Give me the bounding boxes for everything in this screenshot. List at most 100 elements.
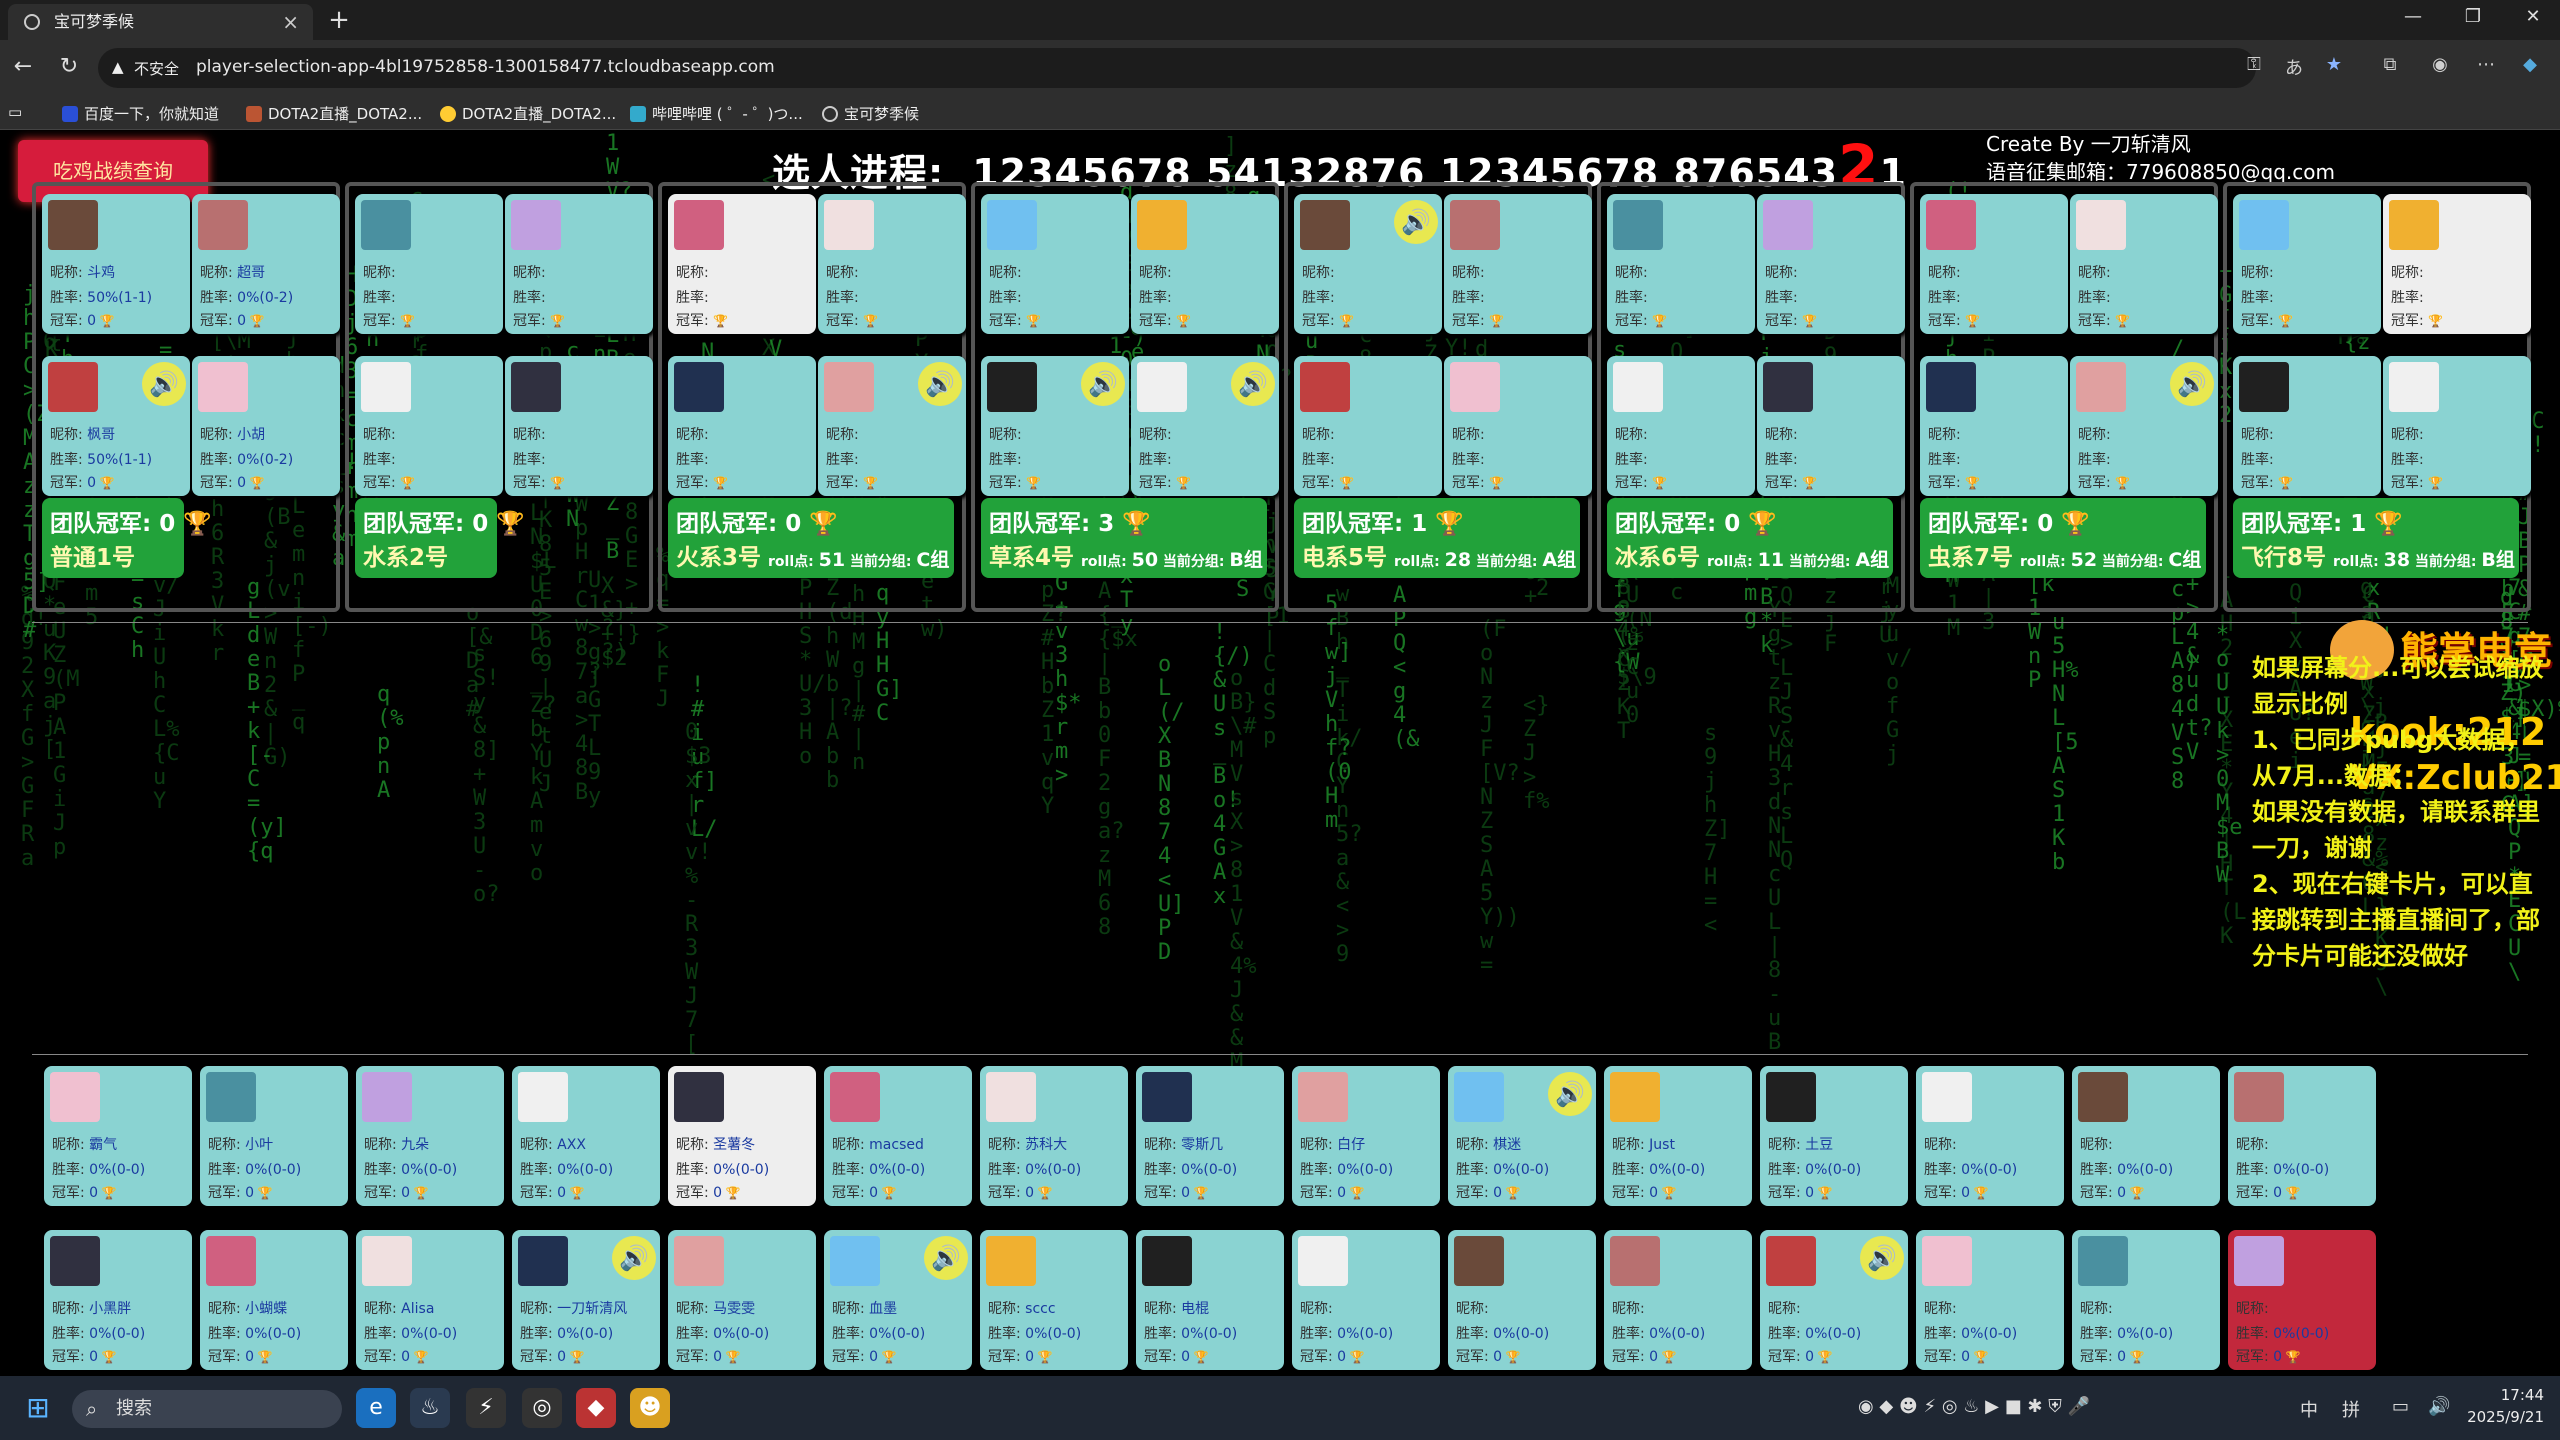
app-icon[interactable]: ⚡ bbox=[466, 1388, 506, 1428]
network-icon[interactable]: ▭ bbox=[2392, 1396, 2409, 1417]
player-card[interactable]: 昵称: 胜率: 冠军: 🏆 bbox=[2383, 194, 2531, 334]
player-card[interactable]: 昵称: 白仔 胜率: 0%(0-0) 冠军: 0 🏆 bbox=[1292, 1066, 1440, 1206]
player-card[interactable]: 昵称: 圣薯冬 胜率: 0%(0-0) 冠军: 0 🏆 bbox=[668, 1066, 816, 1206]
player-card[interactable]: 昵称: 九朵 胜率: 0%(0-0) 冠军: 0 🏆 bbox=[356, 1066, 504, 1206]
player-card[interactable]: 昵称: 胜率: 0%(0-0) 冠军: 0 🏆 bbox=[2072, 1066, 2220, 1206]
player-card[interactable]: 昵称: 胜率: 0%(0-0) 冠军: 0 🏆 bbox=[2228, 1066, 2376, 1206]
player-card[interactable]: 昵称: 胜率: 冠军: 🏆 bbox=[1444, 194, 1592, 334]
player-card[interactable]: 昵称: sccc 胜率: 0%(0-0) 冠军: 0 🏆 bbox=[980, 1230, 1128, 1370]
player-card[interactable]: 昵称: 胜率: 0%(0-0) 冠军: 0 🏆 bbox=[1448, 1230, 1596, 1370]
ime-indicator[interactable]: 中 bbox=[2300, 1396, 2318, 1422]
new-tab-button[interactable]: + bbox=[324, 4, 354, 36]
player-card[interactable]: 昵称: 小叶 胜率: 0%(0-0) 冠军: 0 🏆 bbox=[200, 1066, 348, 1206]
player-card[interactable]: 昵称: 零斯几 胜率: 0%(0-0) 冠军: 0 🏆 bbox=[1136, 1066, 1284, 1206]
player-card[interactable]: 昵称: 霸气 胜率: 0%(0-0) 冠军: 0 🏆 bbox=[44, 1066, 192, 1206]
player-card[interactable]: 🔊 昵称: 胜率: 冠军: 🏆 bbox=[1294, 194, 1442, 334]
menu-icon[interactable]: ⋯ bbox=[2472, 54, 2500, 75]
player-card[interactable]: 昵称: macsed 胜率: 0%(0-0) 冠军: 0 🏆 bbox=[824, 1066, 972, 1206]
back-icon[interactable]: ← bbox=[8, 54, 38, 79]
player-card[interactable]: 昵称: Alisa 胜率: 0%(0-0) 冠军: 0 🏆 bbox=[356, 1230, 504, 1370]
player-card[interactable]: 🔊 昵称: 胜率: 0%(0-0) 冠军: 0 🏆 bbox=[1760, 1230, 1908, 1370]
player-card[interactable]: 昵称: 马雯雯 胜率: 0%(0-0) 冠军: 0 🏆 bbox=[668, 1230, 816, 1370]
address-bar[interactable]: ▲ 不安全 player-selection-app-4bl19752858-1… bbox=[98, 48, 2256, 88]
player-card[interactable]: 昵称: 胜率: 冠军: 🏆 bbox=[1920, 194, 2068, 334]
speaker-icon[interactable]: 🔊 bbox=[1548, 1072, 1592, 1116]
player-card[interactable]: 🔊 昵称: 枫哥 胜率: 50%(1-1) 冠军: 0 🏆 bbox=[42, 356, 190, 496]
player-card[interactable]: 🔊 昵称: 棋迷 胜率: 0%(0-0) 冠军: 0 🏆 bbox=[1448, 1066, 1596, 1206]
player-card[interactable]: 🔊 昵称: 胜率: 冠军: 🏆 bbox=[818, 356, 966, 496]
player-card[interactable]: 昵称: 胜率: 冠军: 🏆 bbox=[668, 194, 816, 334]
player-card[interactable]: 昵称: 胜率: 冠军: 🏆 bbox=[505, 356, 653, 496]
bookmarks-menu-icon[interactable]: ▭ bbox=[8, 103, 22, 121]
speaker-icon[interactable]: 🔊 bbox=[924, 1236, 968, 1280]
player-card[interactable]: 昵称: 小黑胖 胜率: 0%(0-0) 冠军: 0 🏆 bbox=[44, 1230, 192, 1370]
windows-start-icon[interactable]: ⊞ bbox=[18, 1388, 58, 1428]
player-card[interactable]: 昵称: 胜率: 0%(0-0) 冠军: 0 🏆 bbox=[2228, 1230, 2376, 1370]
speaker-icon[interactable]: 🔊 bbox=[142, 362, 186, 406]
player-card[interactable]: 昵称: 小胡 胜率: 0%(0-2) 冠军: 0 🏆 bbox=[192, 356, 340, 496]
extensions-icon[interactable]: ⧉ bbox=[2376, 54, 2404, 75]
player-card[interactable]: 昵称: Just 胜率: 0%(0-0) 冠军: 0 🏆 bbox=[1604, 1066, 1752, 1206]
player-card[interactable]: 🔊 昵称: 胜率: 冠军: 🏆 bbox=[1131, 356, 1279, 496]
speaker-icon[interactable]: 🔊 bbox=[1081, 362, 1125, 406]
player-card[interactable]: 昵称: 胜率: 0%(0-0) 冠军: 0 🏆 bbox=[1604, 1230, 1752, 1370]
player-card[interactable]: 昵称: 苏科大 胜率: 0%(0-0) 冠军: 0 🏆 bbox=[980, 1066, 1128, 1206]
player-card[interactable]: 昵称: 胜率: 冠军: 🏆 bbox=[2383, 356, 2531, 496]
tray-icons[interactable]: ◉ ◆ ☻ ⚡ ◎ ♨ ▶ ■ ✱ ⛨ 🎤 bbox=[1858, 1396, 2090, 1417]
star-icon[interactable]: ★ bbox=[2320, 54, 2348, 75]
player-card[interactable]: 昵称: 胜率: 冠军: 🏆 bbox=[505, 194, 653, 334]
player-card[interactable]: 昵称: 胜率: 冠军: 🏆 bbox=[1757, 356, 1905, 496]
player-card[interactable]: 昵称: 土豆 胜率: 0%(0-0) 冠军: 0 🏆 bbox=[1760, 1066, 1908, 1206]
bookmark-item[interactable]: 哔哩哔哩 ( ゜- ゜)つ... bbox=[630, 103, 803, 124]
app-icon[interactable]: ◆ bbox=[576, 1388, 616, 1428]
taskbar-search[interactable]: ⌕ 搜索 bbox=[72, 1390, 342, 1428]
minimize-icon[interactable]: — bbox=[2398, 6, 2428, 27]
player-card[interactable]: 昵称: 胜率: 冠军: 🏆 bbox=[818, 194, 966, 334]
player-card[interactable]: 昵称: 胜率: 冠军: 🏆 bbox=[981, 194, 1129, 334]
clock[interactable]: 17:44 2025/9/21 bbox=[2464, 1384, 2544, 1428]
player-card[interactable]: 昵称: 超哥 胜率: 0%(0-2) 冠军: 0 🏆 bbox=[192, 194, 340, 334]
player-card[interactable]: 🔊 昵称: 血墨 胜率: 0%(0-0) 冠军: 0 🏆 bbox=[824, 1230, 972, 1370]
player-card[interactable]: 昵称: 胜率: 冠军: 🏆 bbox=[355, 356, 503, 496]
steam-icon[interactable]: ♨ bbox=[410, 1388, 450, 1428]
speaker-icon[interactable]: 🔊 bbox=[2170, 362, 2214, 406]
player-card[interactable]: 昵称: 胜率: 冠军: 🏆 bbox=[1920, 356, 2068, 496]
player-card[interactable]: 昵称: 胜率: 冠军: 🏆 bbox=[1131, 194, 1279, 334]
translate-icon[interactable]: あ bbox=[2280, 54, 2308, 80]
player-card[interactable]: 昵称: 胜率: 冠军: 🏆 bbox=[1294, 356, 1442, 496]
player-card[interactable]: 昵称: 小蝴蝶 胜率: 0%(0-0) 冠军: 0 🏆 bbox=[200, 1230, 348, 1370]
player-card[interactable]: 昵称: 胜率: 0%(0-0) 冠军: 0 🏆 bbox=[1916, 1066, 2064, 1206]
player-card[interactable]: 昵称: 胜率: 冠军: 🏆 bbox=[1607, 194, 1755, 334]
copilot-icon[interactable]: ◆ bbox=[2516, 54, 2544, 75]
player-card[interactable]: 昵称: 胜率: 冠军: 🏆 bbox=[2233, 194, 2381, 334]
volume-icon[interactable]: 🔊 bbox=[2428, 1396, 2450, 1417]
player-card[interactable]: 昵称: 斗鸡 胜率: 50%(1-1) 冠军: 0 🏆 bbox=[42, 194, 190, 334]
obs-icon[interactable]: ◎ bbox=[522, 1388, 562, 1428]
speaker-icon[interactable]: 🔊 bbox=[1860, 1236, 1904, 1280]
player-card[interactable]: 🔊 昵称: 胜率: 冠军: 🏆 bbox=[981, 356, 1129, 496]
speaker-icon[interactable]: 🔊 bbox=[612, 1236, 656, 1280]
profile-icon[interactable]: ◉ bbox=[2426, 54, 2454, 75]
player-card[interactable]: 昵称: 胜率: 0%(0-0) 冠军: 0 🏆 bbox=[2072, 1230, 2220, 1370]
bookmark-item[interactable]: 宝可梦季候 bbox=[822, 103, 919, 124]
player-card[interactable]: 昵称: 胜率: 冠军: 🏆 bbox=[2233, 356, 2381, 496]
key-icon[interactable]: ⚿ bbox=[2240, 54, 2268, 75]
close-window-icon[interactable]: ✕ bbox=[2518, 6, 2548, 27]
restore-icon[interactable]: ❐ bbox=[2458, 6, 2488, 27]
player-card[interactable]: 昵称: 胜率: 冠军: 🏆 bbox=[1757, 194, 1905, 334]
player-card[interactable]: 昵称: 胜率: 冠军: 🏆 bbox=[2070, 194, 2218, 334]
player-card[interactable]: 🔊 昵称: 胜率: 冠军: 🏆 bbox=[2070, 356, 2218, 496]
edge-icon[interactable]: e bbox=[356, 1388, 396, 1428]
player-card[interactable]: 昵称: 胜率: 冠军: 🏆 bbox=[668, 356, 816, 496]
player-card[interactable]: 昵称: 胜率: 冠军: 🏆 bbox=[355, 194, 503, 334]
ime-mode[interactable]: 拼 bbox=[2342, 1396, 2360, 1422]
app-icon[interactable]: ☻ bbox=[630, 1388, 670, 1428]
player-card[interactable]: 昵称: 胜率: 冠军: 🏆 bbox=[1444, 356, 1592, 496]
bookmark-item[interactable]: 百度一下，你就知道 bbox=[62, 103, 219, 124]
player-card[interactable]: 昵称: AXX 胜率: 0%(0-0) 冠军: 0 🏆 bbox=[512, 1066, 660, 1206]
bookmark-item[interactable]: DOTA2直播_DOTA2... bbox=[440, 103, 616, 124]
player-card[interactable]: 昵称: 胜率: 冠军: 🏆 bbox=[1607, 356, 1755, 496]
reload-icon[interactable]: ↻ bbox=[54, 54, 84, 79]
speaker-icon[interactable]: 🔊 bbox=[1394, 200, 1438, 244]
bookmark-item[interactable]: DOTA2直播_DOTA2... bbox=[246, 103, 422, 124]
